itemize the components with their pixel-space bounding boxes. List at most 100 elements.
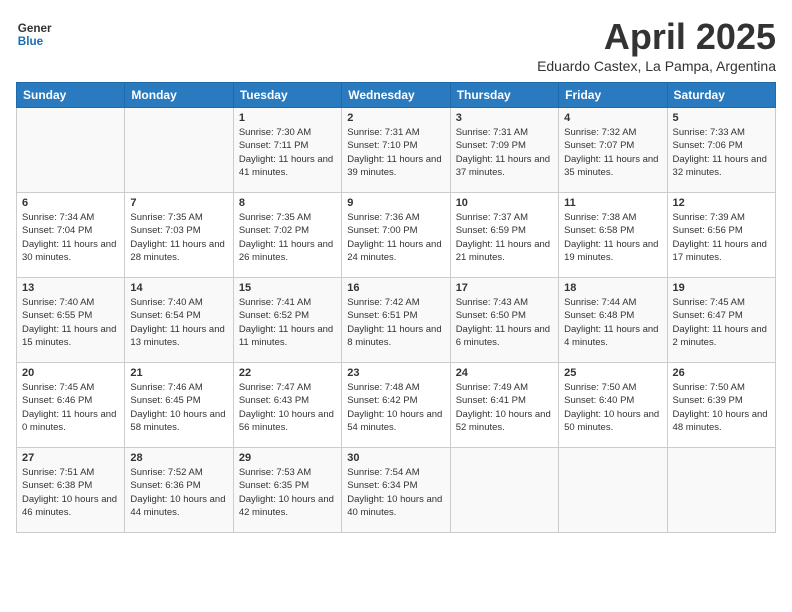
weekday-header-cell: Thursday <box>450 83 558 108</box>
day-number: 6 <box>22 197 119 209</box>
location-subtitle: Eduardo Castex, La Pampa, Argentina <box>537 58 776 74</box>
day-number: 20 <box>22 367 119 379</box>
title-area: April 2025 Eduardo Castex, La Pampa, Arg… <box>537 16 776 74</box>
calendar-day-cell: 20 Sunrise: 7:45 AMSunset: 6:46 PMDayligh… <box>17 363 125 448</box>
day-info: Sunrise: 7:37 AMSunset: 6:59 PMDaylight:… <box>456 211 553 264</box>
weekday-header-cell: Friday <box>559 83 667 108</box>
day-info: Sunrise: 7:32 AMSunset: 7:07 PMDaylight:… <box>564 126 661 179</box>
day-number: 15 <box>239 282 336 294</box>
calendar-day-cell <box>125 108 233 193</box>
weekday-header-cell: Sunday <box>17 83 125 108</box>
day-number: 14 <box>130 282 227 294</box>
calendar-day-cell: 18 Sunrise: 7:44 AMSunset: 6:48 PMDayligh… <box>559 278 667 363</box>
logo-icon: General Blue <box>16 16 52 52</box>
calendar-week-row: 1Sunrise: 7:30 AMSunset: 7:11 PMDaylight… <box>17 108 776 193</box>
day-info: Sunrise: 7:44 AMSunset: 6:48 PMDaylight:… <box>564 296 661 349</box>
day-number: 18 <box>564 282 661 294</box>
day-info: Sunrise: 7:46 AMSunset: 6:45 PMDaylight:… <box>130 381 227 434</box>
day-number: 5 <box>673 112 770 124</box>
day-number: 30 <box>347 452 444 464</box>
calendar-body: 1Sunrise: 7:30 AMSunset: 7:11 PMDaylight… <box>17 108 776 533</box>
calendar-day-cell: 10 Sunrise: 7:37 AMSunset: 6:59 PMDayligh… <box>450 193 558 278</box>
weekday-header-cell: Monday <box>125 83 233 108</box>
day-info: Sunrise: 7:53 AMSunset: 6:35 PMDaylight:… <box>239 466 336 519</box>
calendar-day-cell: 14 Sunrise: 7:40 AMSunset: 6:54 PMDayligh… <box>125 278 233 363</box>
day-number: 19 <box>673 282 770 294</box>
day-number: 13 <box>22 282 119 294</box>
day-number: 29 <box>239 452 336 464</box>
day-number: 24 <box>456 367 553 379</box>
day-number: 25 <box>564 367 661 379</box>
calendar-day-cell <box>559 448 667 533</box>
day-info: Sunrise: 7:43 AMSunset: 6:50 PMDaylight:… <box>456 296 553 349</box>
day-number: 28 <box>130 452 227 464</box>
day-number: 17 <box>456 282 553 294</box>
calendar-day-cell: 15 Sunrise: 7:41 AMSunset: 6:52 PMDayligh… <box>233 278 341 363</box>
calendar-table: SundayMondayTuesdayWednesdayThursdayFrid… <box>16 82 776 533</box>
svg-text:Blue: Blue <box>18 35 44 48</box>
day-number: 4 <box>564 112 661 124</box>
calendar-day-cell: 22 Sunrise: 7:47 AMSunset: 6:43 PMDayligh… <box>233 363 341 448</box>
day-info: Sunrise: 7:41 AMSunset: 6:52 PMDaylight:… <box>239 296 336 349</box>
calendar-day-cell: 9 Sunrise: 7:36 AMSunset: 7:00 PMDaylight… <box>342 193 450 278</box>
day-number: 26 <box>673 367 770 379</box>
calendar-day-cell: 26Sunrise: 7:50 AMSunset: 6:39 PMDayligh… <box>667 363 775 448</box>
day-number: 27 <box>22 452 119 464</box>
calendar-day-cell: 6 Sunrise: 7:34 AMSunset: 7:04 PMDaylight… <box>17 193 125 278</box>
day-info: Sunrise: 7:54 AMSunset: 6:34 PMDaylight:… <box>347 466 444 519</box>
day-info: Sunrise: 7:36 AMSunset: 7:00 PMDaylight:… <box>347 211 444 264</box>
day-number: 23 <box>347 367 444 379</box>
logo: General Blue <box>16 16 52 52</box>
day-info: Sunrise: 7:35 AMSunset: 7:02 PMDaylight:… <box>239 211 336 264</box>
day-number: 12 <box>673 197 770 209</box>
day-number: 1 <box>239 112 336 124</box>
day-info: Sunrise: 7:40 AMSunset: 6:55 PMDaylight:… <box>22 296 119 349</box>
calendar-day-cell: 11 Sunrise: 7:38 AMSunset: 6:58 PMDayligh… <box>559 193 667 278</box>
day-info: Sunrise: 7:34 AMSunset: 7:04 PMDaylight:… <box>22 211 119 264</box>
day-number: 2 <box>347 112 444 124</box>
calendar-day-cell: 27 Sunrise: 7:51 AMSunset: 6:38 PMDayligh… <box>17 448 125 533</box>
day-number: 9 <box>347 197 444 209</box>
day-info: Sunrise: 7:52 AMSunset: 6:36 PMDaylight:… <box>130 466 227 519</box>
calendar-day-cell: 13 Sunrise: 7:40 AMSunset: 6:55 PMDayligh… <box>17 278 125 363</box>
calendar-day-cell: 28 Sunrise: 7:52 AMSunset: 6:36 PMDayligh… <box>125 448 233 533</box>
day-number: 16 <box>347 282 444 294</box>
day-info: Sunrise: 7:42 AMSunset: 6:51 PMDaylight:… <box>347 296 444 349</box>
calendar-day-cell <box>450 448 558 533</box>
calendar-day-cell: 12 Sunrise: 7:39 AMSunset: 6:56 PMDayligh… <box>667 193 775 278</box>
day-info: Sunrise: 7:38 AMSunset: 6:58 PMDaylight:… <box>564 211 661 264</box>
calendar-day-cell: 17 Sunrise: 7:43 AMSunset: 6:50 PMDayligh… <box>450 278 558 363</box>
day-info: Sunrise: 7:31 AMSunset: 7:10 PMDaylight:… <box>347 126 444 179</box>
calendar-day-cell: 23 Sunrise: 7:48 AMSunset: 6:42 PMDayligh… <box>342 363 450 448</box>
day-number: 21 <box>130 367 227 379</box>
calendar-day-cell: 5Sunrise: 7:33 AMSunset: 7:06 PMDaylight… <box>667 108 775 193</box>
weekday-header-cell: Tuesday <box>233 83 341 108</box>
calendar-day-cell: 24 Sunrise: 7:49 AMSunset: 6:41 PMDayligh… <box>450 363 558 448</box>
day-info: Sunrise: 7:51 AMSunset: 6:38 PMDaylight:… <box>22 466 119 519</box>
svg-text:General: General <box>18 22 52 35</box>
day-info: Sunrise: 7:47 AMSunset: 6:43 PMDaylight:… <box>239 381 336 434</box>
calendar-week-row: 20 Sunrise: 7:45 AMSunset: 6:46 PMDayligh… <box>17 363 776 448</box>
calendar-day-cell: 21 Sunrise: 7:46 AMSunset: 6:45 PMDayligh… <box>125 363 233 448</box>
month-title: April 2025 <box>537 16 776 58</box>
calendar-day-cell <box>17 108 125 193</box>
day-info: Sunrise: 7:48 AMSunset: 6:42 PMDaylight:… <box>347 381 444 434</box>
calendar-day-cell: 1Sunrise: 7:30 AMSunset: 7:11 PMDaylight… <box>233 108 341 193</box>
calendar-day-cell: 16 Sunrise: 7:42 AMSunset: 6:51 PMDayligh… <box>342 278 450 363</box>
calendar-day-cell <box>667 448 775 533</box>
calendar-week-row: 27 Sunrise: 7:51 AMSunset: 6:38 PMDayligh… <box>17 448 776 533</box>
calendar-week-row: 6 Sunrise: 7:34 AMSunset: 7:04 PMDaylight… <box>17 193 776 278</box>
calendar-day-cell: 3Sunrise: 7:31 AMSunset: 7:09 PMDaylight… <box>450 108 558 193</box>
calendar-day-cell: 29 Sunrise: 7:53 AMSunset: 6:35 PMDayligh… <box>233 448 341 533</box>
day-info: Sunrise: 7:45 AMSunset: 6:46 PMDaylight:… <box>22 381 119 434</box>
calendar-day-cell: 7Sunrise: 7:35 AMSunset: 7:03 PMDaylight… <box>125 193 233 278</box>
day-info: Sunrise: 7:39 AMSunset: 6:56 PMDaylight:… <box>673 211 770 264</box>
day-number: 11 <box>564 197 661 209</box>
day-info: Sunrise: 7:49 AMSunset: 6:41 PMDaylight:… <box>456 381 553 434</box>
calendar-day-cell: 19Sunrise: 7:45 AMSunset: 6:47 PMDayligh… <box>667 278 775 363</box>
day-number: 10 <box>456 197 553 209</box>
calendar-day-cell: 2 Sunrise: 7:31 AMSunset: 7:10 PMDaylight… <box>342 108 450 193</box>
day-info: Sunrise: 7:40 AMSunset: 6:54 PMDaylight:… <box>130 296 227 349</box>
day-number: 22 <box>239 367 336 379</box>
day-number: 3 <box>456 112 553 124</box>
